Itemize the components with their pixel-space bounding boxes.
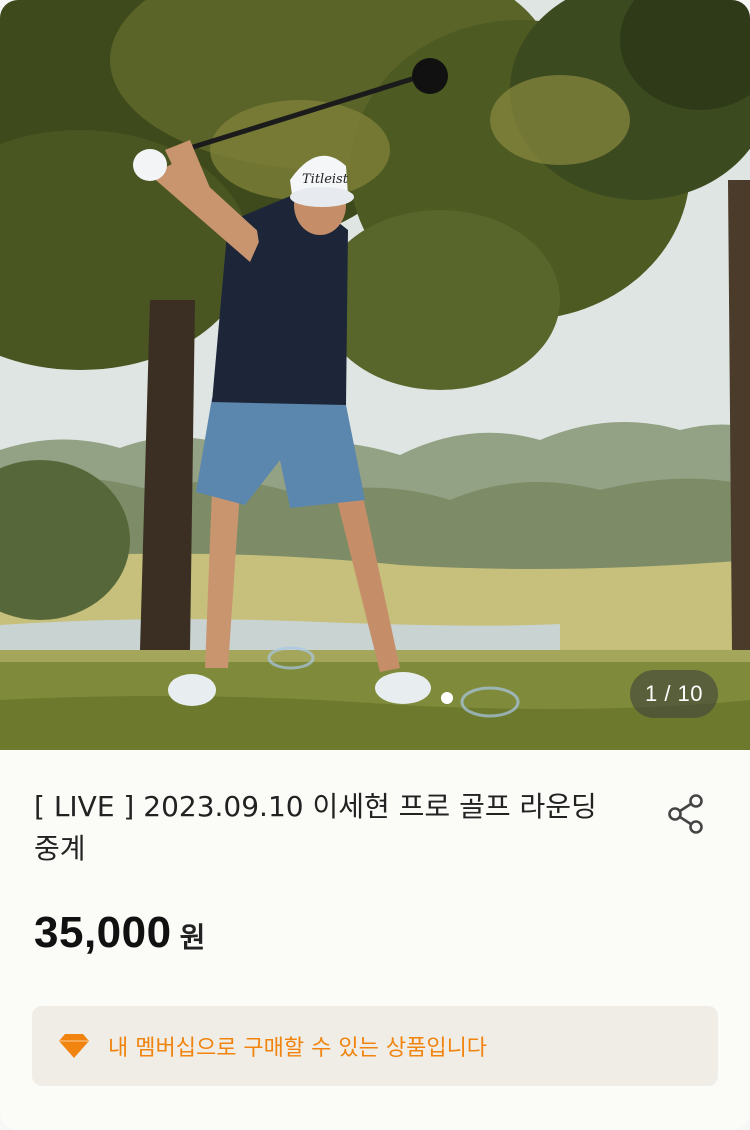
share-icon (668, 794, 703, 834)
share-button[interactable] (664, 792, 708, 836)
golfer-illustration: Titleist (0, 0, 750, 750)
product-title: [ LIVE ] 2023.09.10 이세현 프로 골프 라운딩 중계 (34, 790, 597, 865)
diamond-icon (58, 1033, 90, 1059)
price: 35,000 원 (34, 908, 205, 958)
price-currency: 원 (179, 921, 206, 954)
image-page-indicator: 1 / 10 (630, 670, 718, 718)
product-image[interactable]: Titleist 1 / 10 (0, 0, 750, 750)
membership-notice: 내 멤버십으로 구매할 수 있는 상품입니다 (32, 1006, 718, 1086)
svg-text:Titleist: Titleist (302, 172, 349, 187)
membership-notice-text: 내 멤버십으로 구매할 수 있는 상품입니다 (108, 1036, 488, 1061)
product-card: Titleist 1 / 10 [ LIVE ] 2023.09.10 이세현 … (0, 0, 750, 1130)
price-value: 35,000 (34, 908, 172, 957)
